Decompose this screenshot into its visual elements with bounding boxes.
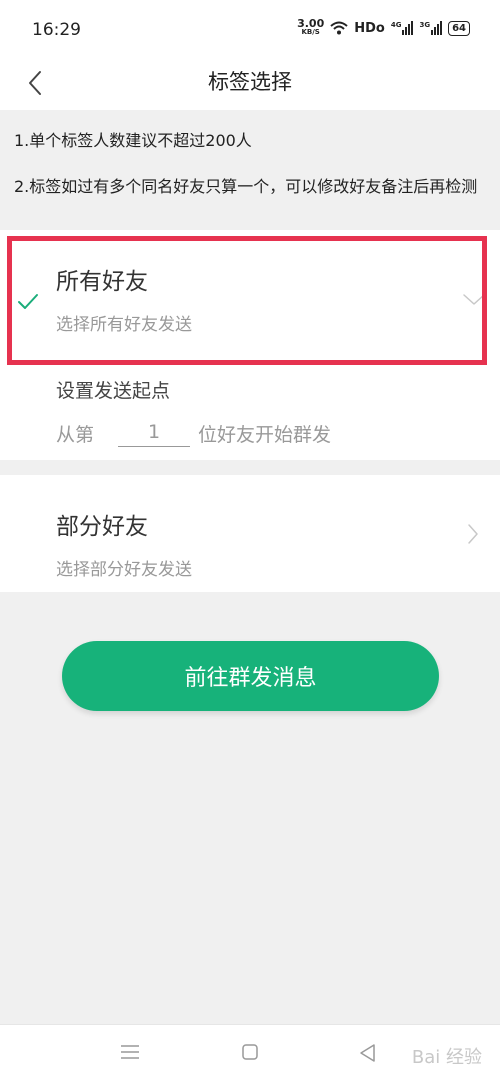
start-point-prefix: 从第 <box>56 424 95 446</box>
notes-section: 1.单个标签人数建议不超过200人 2.标签如过有多个同名好友只算一个，可以修改… <box>0 110 500 230</box>
network-speed: 3.00 KB/S <box>297 17 325 37</box>
signal-3g-icon: 3G <box>419 21 443 35</box>
battery-indicator: 64 <box>448 20 470 36</box>
status-bar: 16:29 3.00 KB/S HDo 4G 3G 64 <box>0 0 500 58</box>
wifi-icon <box>330 21 348 35</box>
signal-4g-label: 4G <box>390 21 402 29</box>
page-title: 标签选择 <box>208 70 292 94</box>
option-part-title: 部分好友 <box>56 514 148 540</box>
status-icons: 3.00 KB/S HDo 4G 3G 64 <box>297 17 470 37</box>
status-time: 16:29 <box>32 20 81 40</box>
start-point-row: 从第 位好友开始群发 <box>56 420 331 447</box>
highlight-box <box>7 236 487 365</box>
back-triangle-icon[interactable] <box>358 1043 376 1063</box>
signal-4g-icon: 4G <box>391 21 414 35</box>
signal-3g-label: 3G <box>419 21 431 29</box>
network-speed-value: 3.00 <box>297 17 325 30</box>
note-line-1: 1.单个标签人数建议不超过200人 <box>14 131 252 150</box>
start-position-input[interactable] <box>118 420 191 447</box>
home-square-icon[interactable] <box>241 1043 259 1061</box>
chevron-right-icon <box>468 524 478 544</box>
menu-icon[interactable] <box>120 1043 140 1061</box>
note-line-2: 2.标签如过有多个同名好友只算一个，可以修改好友备注后再检测 <box>14 177 478 196</box>
option-part-subtitle: 选择部分好友发送 <box>56 560 192 580</box>
network-speed-unit: KB/S <box>301 28 320 36</box>
hd-label: HDo <box>354 20 385 36</box>
header: 标签选择 <box>0 58 500 110</box>
go-to-broadcast-button[interactable]: 前往群发消息 <box>62 641 439 711</box>
start-point-label: 设置发送起点 <box>56 380 171 402</box>
option-partial-friends[interactable]: 部分好友 选择部分好友发送 <box>0 475 500 592</box>
start-point-suffix: 位好友开始群发 <box>198 424 332 446</box>
system-nav-bar: Bai 经验 <box>0 1024 500 1085</box>
baidu-watermark: Bai 经验 <box>411 1047 482 1068</box>
